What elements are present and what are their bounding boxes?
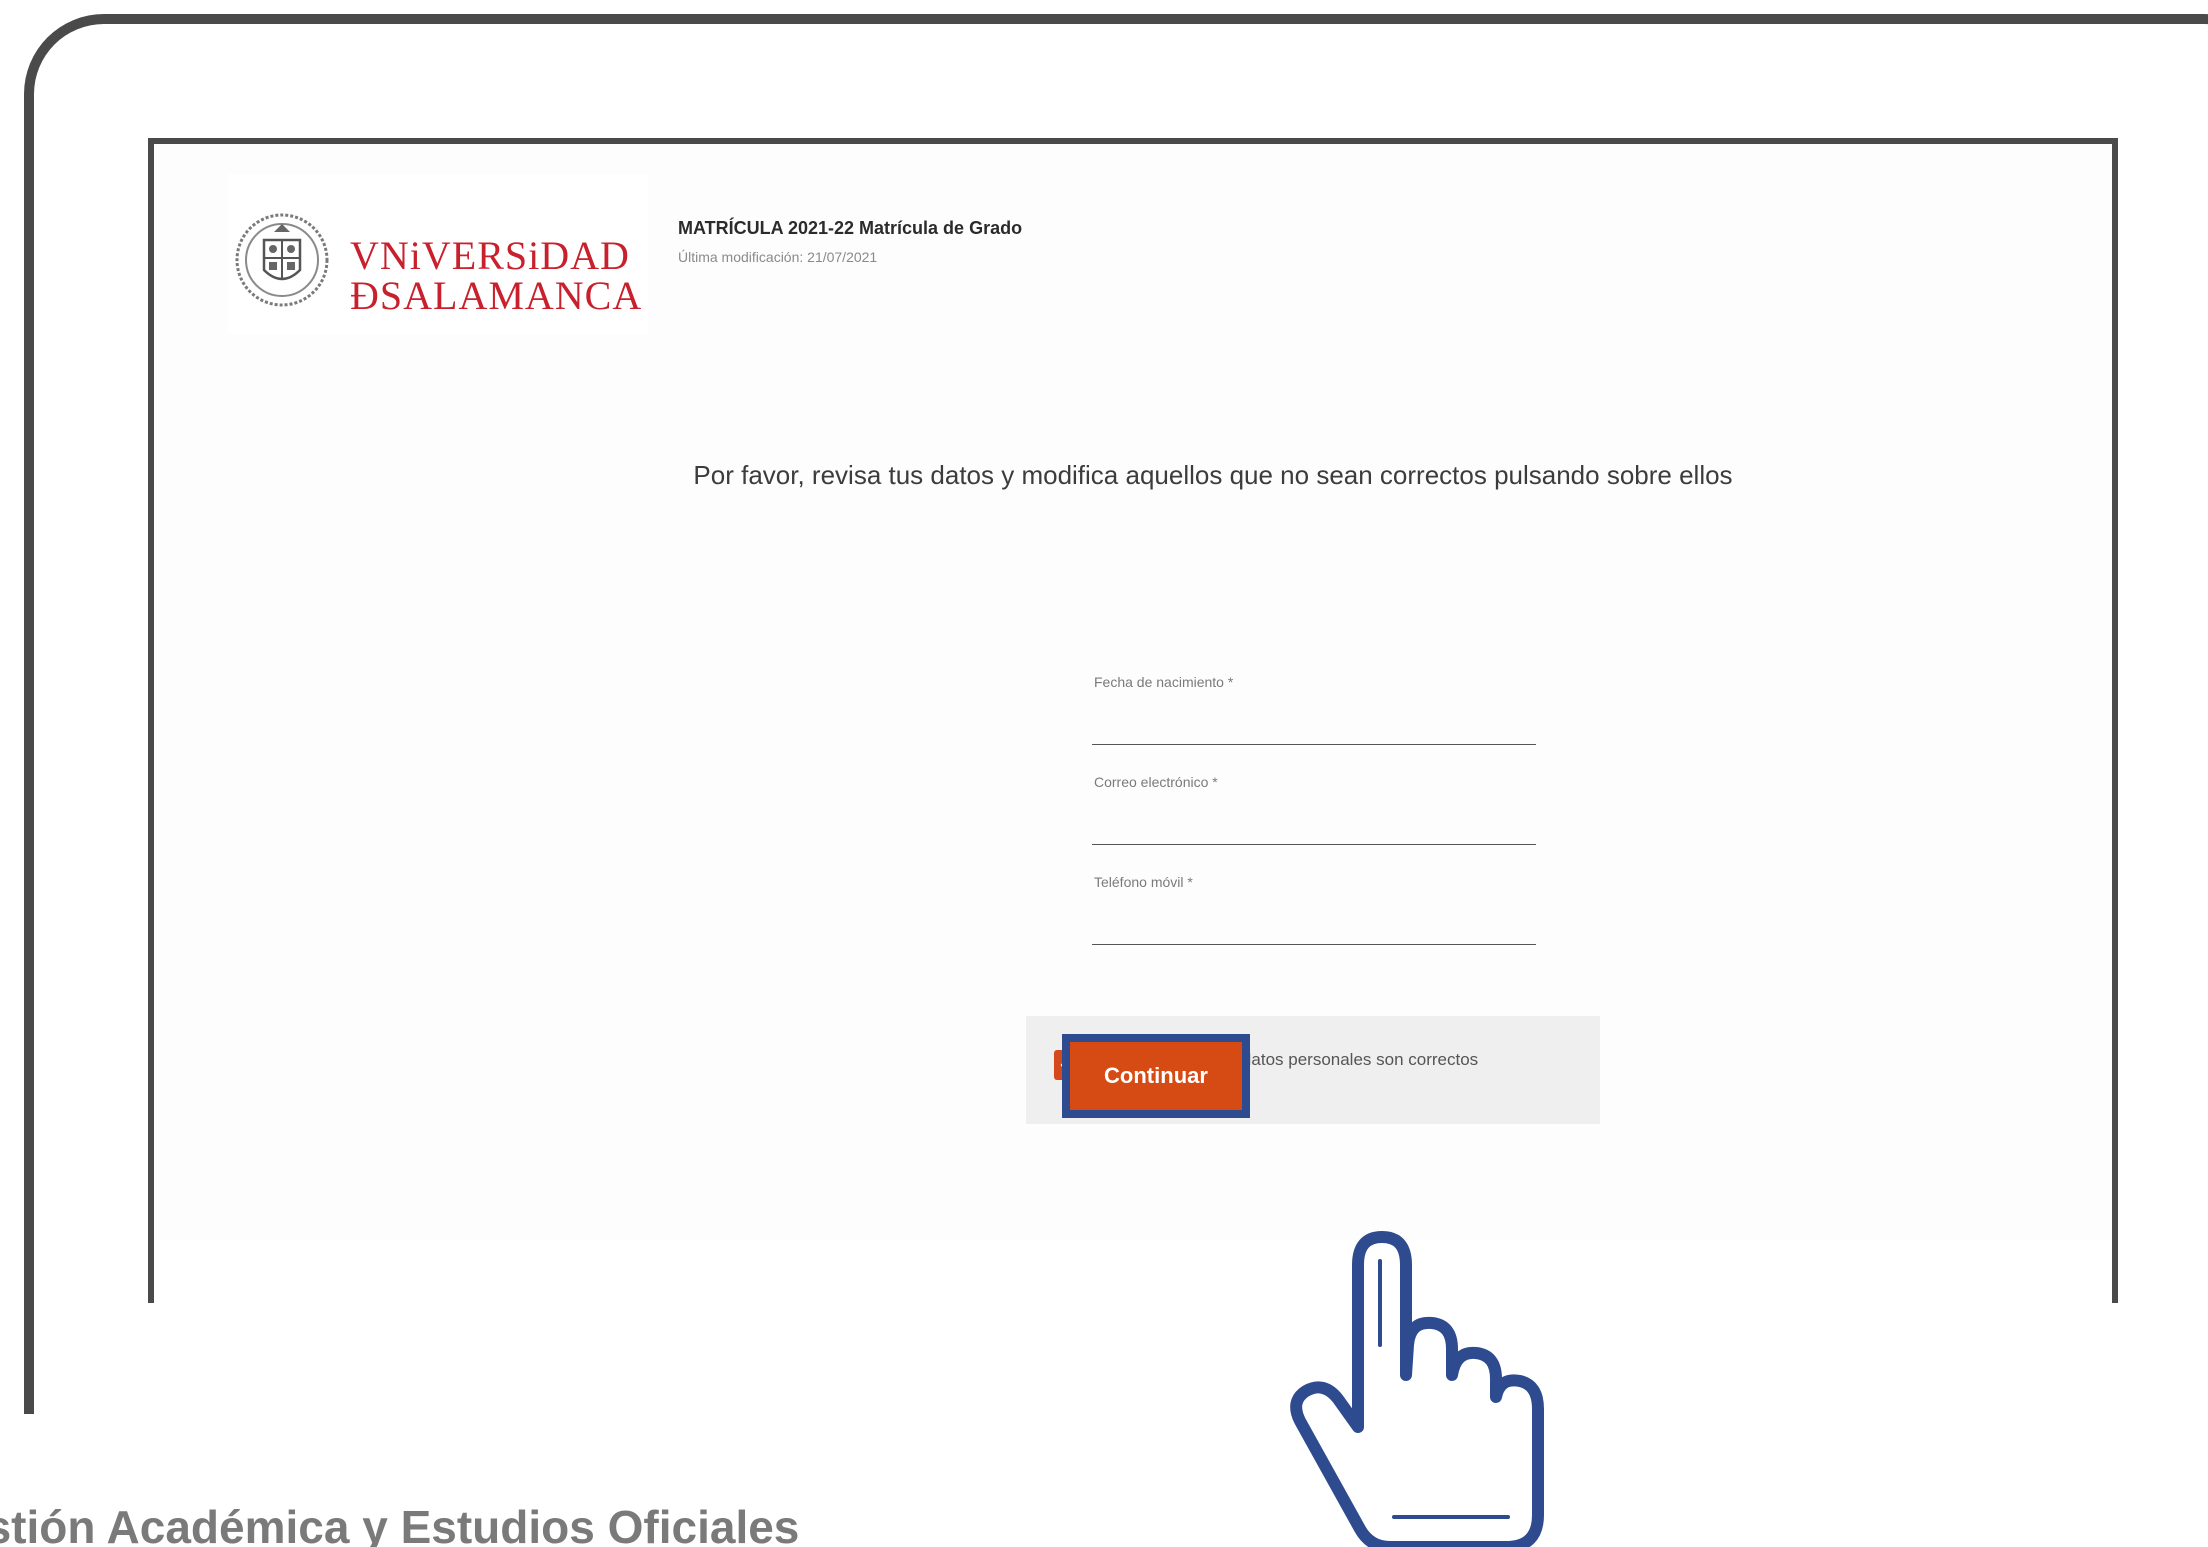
page-bottom-edge [154,1240,2112,1303]
instruction-text: Por favor, revisa tus datos y modifica a… [693,460,1733,490]
continue-button[interactable]: Continuar [1062,1034,1250,1118]
university-seal-icon [235,213,329,307]
hand-pointer-icon [1290,1231,1544,1547]
email-label: Correo electrónico * [1094,774,1218,790]
stage: VNiVERSiDAD ÐSALAMANCA MATRÍCULA 2021-22… [0,0,2208,1547]
mobile-phone-label: Teléfono móvil * [1094,874,1193,890]
logo-line-2: ÐSALAMANCA [350,273,643,318]
birthdate-field[interactable]: Fecha de nacimiento * [1092,674,1540,745]
university-wordmark: VNiVERSiDAD ÐSALAMANCA [350,236,642,316]
email-field[interactable]: Correo electrónico * [1092,774,1540,845]
mobile-phone-field[interactable]: Teléfono móvil * [1092,874,1540,945]
last-modified: Última modificación: 21/07/2021 [678,249,878,265]
browser-screen: VNiVERSiDAD ÐSALAMANCA MATRÍCULA 2021-22… [148,138,2118,1303]
birthdate-label: Fecha de nacimiento * [1094,674,1234,690]
birthdate-input[interactable] [1092,710,1540,742]
header-info: MATRÍCULA 2021-22 Matrícula de Grado Últ… [678,218,1022,265]
page-title: MATRÍCULA 2021-22 Matrícula de Grado [678,218,1023,238]
logo-line-1: VNiVERSiDAD [350,233,630,278]
email-input[interactable] [1092,810,1540,842]
university-logo[interactable]: VNiVERSiDAD ÐSALAMANCA [228,174,648,334]
mobile-phone-input[interactable] [1092,910,1540,942]
footer-department-text: estión Académica y Estudios Oficiales [0,1501,800,1547]
app-header: VNiVERSiDAD ÐSALAMANCA MATRÍCULA 2021-22… [154,144,2112,344]
